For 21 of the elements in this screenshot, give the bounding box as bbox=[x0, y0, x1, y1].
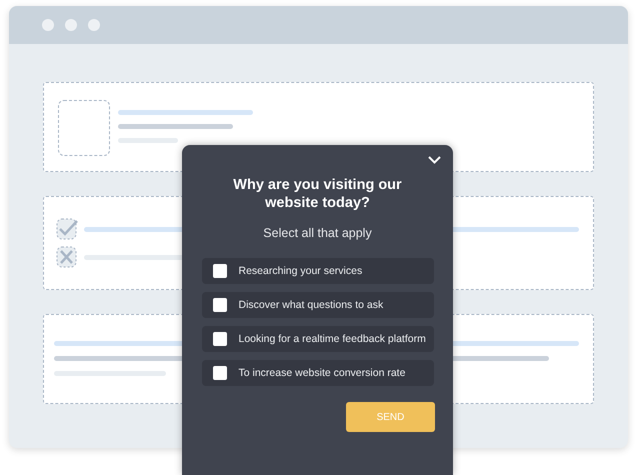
option-label: To increase website conversion rate bbox=[238, 367, 406, 379]
option-label: Discover what questions to ask bbox=[238, 299, 384, 311]
checkbox[interactable] bbox=[212, 366, 226, 380]
survey-option[interactable]: Researching your services bbox=[202, 258, 434, 284]
checkbox[interactable] bbox=[212, 332, 226, 346]
checkbox[interactable] bbox=[212, 298, 226, 312]
window-dot bbox=[65, 19, 77, 31]
survey-option[interactable]: To increase website conversion rate bbox=[202, 360, 434, 386]
cross-icon bbox=[56, 246, 79, 268]
option-label: Researching your services bbox=[238, 265, 362, 277]
image-placeholder bbox=[58, 100, 110, 156]
window-dot bbox=[88, 19, 100, 31]
window-dot bbox=[42, 19, 54, 31]
option-label: Looking for a realtime feedback platform bbox=[238, 333, 426, 345]
check-icon bbox=[56, 218, 79, 240]
chevron-down-icon[interactable] bbox=[428, 156, 441, 164]
survey-option[interactable]: Discover what questions to ask bbox=[202, 292, 434, 318]
checkbox[interactable] bbox=[212, 264, 226, 278]
survey-option[interactable]: Looking for a realtime feedback platform bbox=[202, 326, 434, 352]
survey-subtitle: Select all that apply bbox=[263, 226, 372, 240]
survey-title: Why are you visiting our website today? bbox=[232, 176, 402, 212]
